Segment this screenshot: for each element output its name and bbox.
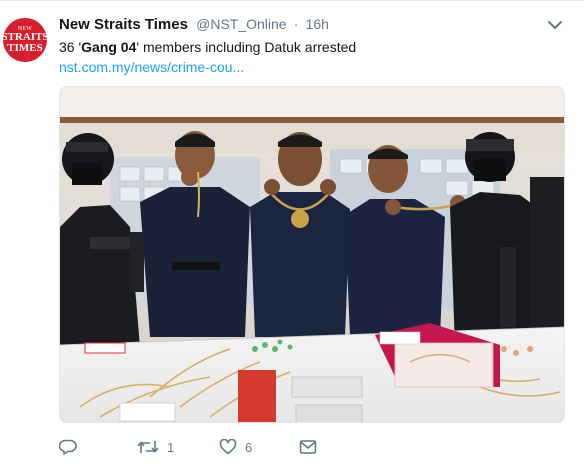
retweet-button[interactable]: 1 <box>137 436 174 458</box>
tweet-actions: 1 6 <box>59 436 359 458</box>
avatar[interactable]: NEW STRAITS TIMES <box>3 18 47 62</box>
author-name[interactable]: New Straits Times <box>59 16 188 33</box>
like-count: 6 <box>245 439 253 455</box>
tweet-text-prefix: 36 ' <box>59 39 82 55</box>
like-button[interactable]: 6 <box>219 436 252 458</box>
tweet-header: New Straits Times @NST_Online · 16h <box>59 16 329 33</box>
avatar-text-3: TIMES <box>7 42 43 54</box>
reply-icon <box>59 439 77 455</box>
tweet-timestamp[interactable]: 16h <box>306 16 329 32</box>
direct-message-button[interactable] <box>299 436 317 458</box>
chevron-down-icon[interactable] <box>546 18 564 32</box>
tweet[interactable]: NEW STRAITS TIMES New Straits Times @NST… <box>0 0 584 473</box>
retweet-icon <box>137 439 159 455</box>
tweet-text: 36 'Gang 04' members including Datuk arr… <box>59 38 356 57</box>
divider <box>0 0 584 1</box>
author-handle[interactable]: @NST_Online <box>196 16 286 32</box>
tweet-text-bold: Gang 04 <box>81 39 137 55</box>
photo-illustration <box>60 87 564 422</box>
separator-dot: · <box>293 16 299 32</box>
tweet-link[interactable]: nst.com.my/news/crime-cou... <box>59 59 244 75</box>
reply-button[interactable] <box>59 436 77 458</box>
heart-icon <box>219 439 237 455</box>
tweet-text-suffix: ' members including Datuk arrested <box>136 39 357 55</box>
tweet-photo[interactable] <box>59 86 565 423</box>
retweet-count: 1 <box>167 439 175 455</box>
envelope-icon <box>299 439 317 455</box>
